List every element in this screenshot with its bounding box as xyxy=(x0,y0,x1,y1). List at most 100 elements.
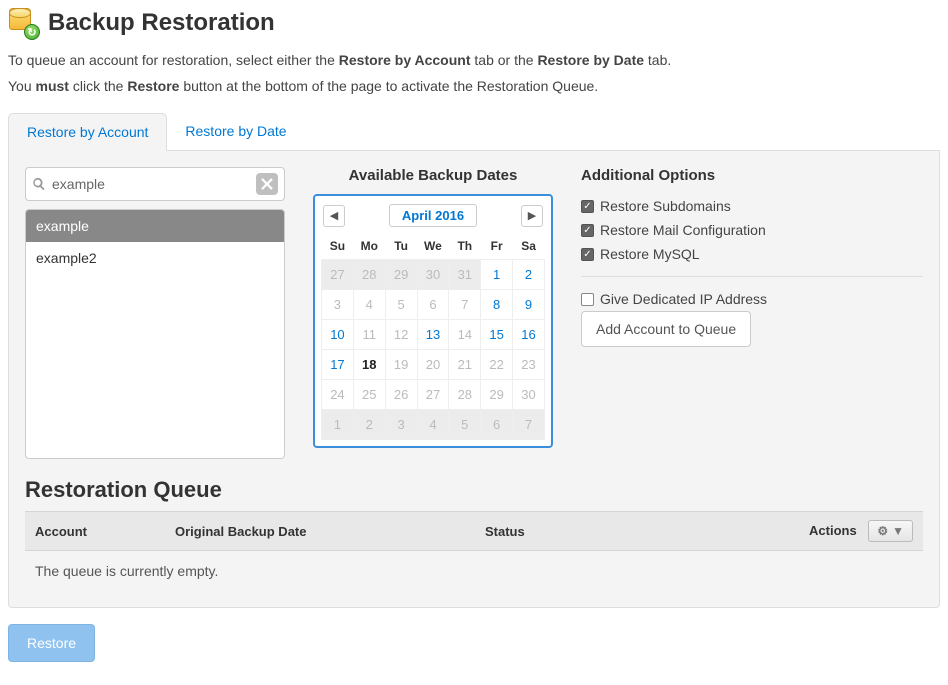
calendar-dow: Fr xyxy=(481,233,513,260)
must-text: You must click the Restore button at the… xyxy=(8,78,940,94)
additional-options-heading: Additional Options xyxy=(581,167,923,184)
calendar-day: 12 xyxy=(385,320,417,350)
calendar-day: 28 xyxy=(353,260,385,290)
option-restore-mysql[interactable]: ✓ Restore MySQL xyxy=(581,246,923,262)
calendar-day: 25 xyxy=(353,380,385,410)
calendar-day[interactable]: 2 xyxy=(513,260,545,290)
calendar-day: 14 xyxy=(449,320,481,350)
restoration-queue-table: Account Original Backup Date Status Acti… xyxy=(25,511,923,591)
restoration-queue-heading: Restoration Queue xyxy=(25,477,923,503)
options-divider xyxy=(581,276,923,277)
calendar-day: 19 xyxy=(385,350,417,380)
queue-col-actions: Actions ⚙ ▼ xyxy=(621,512,923,551)
queue-col-account: Account xyxy=(25,512,165,551)
calendar-day: 21 xyxy=(449,350,481,380)
restore-bold: Restore xyxy=(127,78,179,94)
calendar-day: 4 xyxy=(353,290,385,320)
calendar-column: Available Backup Dates ◀ April 2016 ▶ Su… xyxy=(313,167,553,448)
checkbox-icon: ✓ xyxy=(581,200,594,213)
add-account-to-queue-button[interactable]: Add Account to Queue xyxy=(581,311,751,347)
calendar-day: 29 xyxy=(385,260,417,290)
calendar-day: 7 xyxy=(449,290,481,320)
calendar: ◀ April 2016 ▶ SuMoTuWeThFrSa 2728293031… xyxy=(313,194,553,448)
calendar-day: 27 xyxy=(322,260,354,290)
calendar-day: 7 xyxy=(513,410,545,440)
options-column: Additional Options ✓ Restore Subdomains … xyxy=(581,167,923,347)
account-list: exampleexample2 xyxy=(25,209,285,459)
calendar-day: 6 xyxy=(417,290,449,320)
tab-restore-by-account[interactable]: Restore by Account xyxy=(8,113,167,151)
page-header: ↻ Backup Restoration xyxy=(8,8,940,38)
tab-bar: Restore by Account Restore by Date xyxy=(8,112,940,151)
calendar-day[interactable]: 17 xyxy=(322,350,354,380)
calendar-day: 6 xyxy=(481,410,513,440)
gear-icon: ⚙ xyxy=(877,524,888,538)
must-bold: must xyxy=(36,78,69,94)
calendar-day: 26 xyxy=(385,380,417,410)
calendar-day[interactable]: 10 xyxy=(322,320,354,350)
option-dedicated-ip[interactable]: Give Dedicated IP Address xyxy=(581,291,923,307)
calendar-dow: Mo xyxy=(353,233,385,260)
option-restore-mail[interactable]: ✓ Restore Mail Configuration xyxy=(581,222,923,238)
calendar-grid: SuMoTuWeThFrSa 2728293031123456789101112… xyxy=(321,233,545,440)
option-label: Restore Subdomains xyxy=(600,198,731,214)
intro-bold-account: Restore by Account xyxy=(339,52,471,68)
queue-col-date: Original Backup Date xyxy=(165,512,475,551)
close-icon xyxy=(260,177,274,191)
tab-panel: exampleexample2 Available Backup Dates ◀… xyxy=(8,151,940,608)
calendar-day: 1 xyxy=(322,410,354,440)
calendar-day: 31 xyxy=(449,260,481,290)
option-label: Give Dedicated IP Address xyxy=(600,291,767,307)
option-label: Restore MySQL xyxy=(600,246,700,262)
account-search-column: exampleexample2 xyxy=(25,167,285,459)
calendar-day: 22 xyxy=(481,350,513,380)
calendar-day: 23 xyxy=(513,350,545,380)
account-search-wrap xyxy=(25,167,285,201)
intro-bold-date: Restore by Date xyxy=(537,52,644,68)
queue-col-status: Status xyxy=(475,512,621,551)
search-icon xyxy=(32,177,46,191)
clear-search-button[interactable] xyxy=(256,173,278,195)
account-search-input[interactable] xyxy=(46,168,256,200)
calendar-day: 30 xyxy=(417,260,449,290)
calendar-day: 5 xyxy=(385,290,417,320)
list-item[interactable]: example xyxy=(26,210,284,242)
calendar-dow: Tu xyxy=(385,233,417,260)
calendar-day[interactable]: 8 xyxy=(481,290,513,320)
calendar-day: 28 xyxy=(449,380,481,410)
queue-empty-text: The queue is currently empty. xyxy=(25,551,923,592)
calendar-day[interactable]: 9 xyxy=(513,290,545,320)
queue-actions-menu-button[interactable]: ⚙ ▼ xyxy=(868,520,913,542)
calendar-day: 18 xyxy=(353,350,385,380)
calendar-day: 30 xyxy=(513,380,545,410)
calendar-dow: We xyxy=(417,233,449,260)
calendar-next-button[interactable]: ▶ xyxy=(521,205,543,227)
chevron-left-icon: ◀ xyxy=(330,209,338,222)
calendar-day[interactable]: 15 xyxy=(481,320,513,350)
calendar-day: 20 xyxy=(417,350,449,380)
calendar-day[interactable]: 1 xyxy=(481,260,513,290)
checkbox-icon: ✓ xyxy=(581,248,594,261)
option-label: Restore Mail Configuration xyxy=(600,222,766,238)
calendar-day: 29 xyxy=(481,380,513,410)
backup-restore-icon: ↻ xyxy=(8,8,38,38)
chevron-down-icon: ▼ xyxy=(892,524,904,538)
calendar-day: 27 xyxy=(417,380,449,410)
available-dates-heading: Available Backup Dates xyxy=(313,167,553,184)
checkbox-icon: ✓ xyxy=(581,224,594,237)
calendar-month-label[interactable]: April 2016 xyxy=(389,204,477,227)
checkbox-icon xyxy=(581,293,594,306)
calendar-day[interactable]: 16 xyxy=(513,320,545,350)
restore-button[interactable]: Restore xyxy=(8,624,95,662)
calendar-day: 3 xyxy=(322,290,354,320)
calendar-day: 3 xyxy=(385,410,417,440)
calendar-day[interactable]: 13 xyxy=(417,320,449,350)
calendar-dow: Su xyxy=(322,233,354,260)
calendar-day: 11 xyxy=(353,320,385,350)
calendar-prev-button[interactable]: ◀ xyxy=(323,205,345,227)
calendar-dow: Th xyxy=(449,233,481,260)
tab-restore-by-date[interactable]: Restore by Date xyxy=(167,113,304,151)
list-item[interactable]: example2 xyxy=(26,242,284,274)
option-restore-subdomains[interactable]: ✓ Restore Subdomains xyxy=(581,198,923,214)
page-title: Backup Restoration xyxy=(48,9,275,37)
